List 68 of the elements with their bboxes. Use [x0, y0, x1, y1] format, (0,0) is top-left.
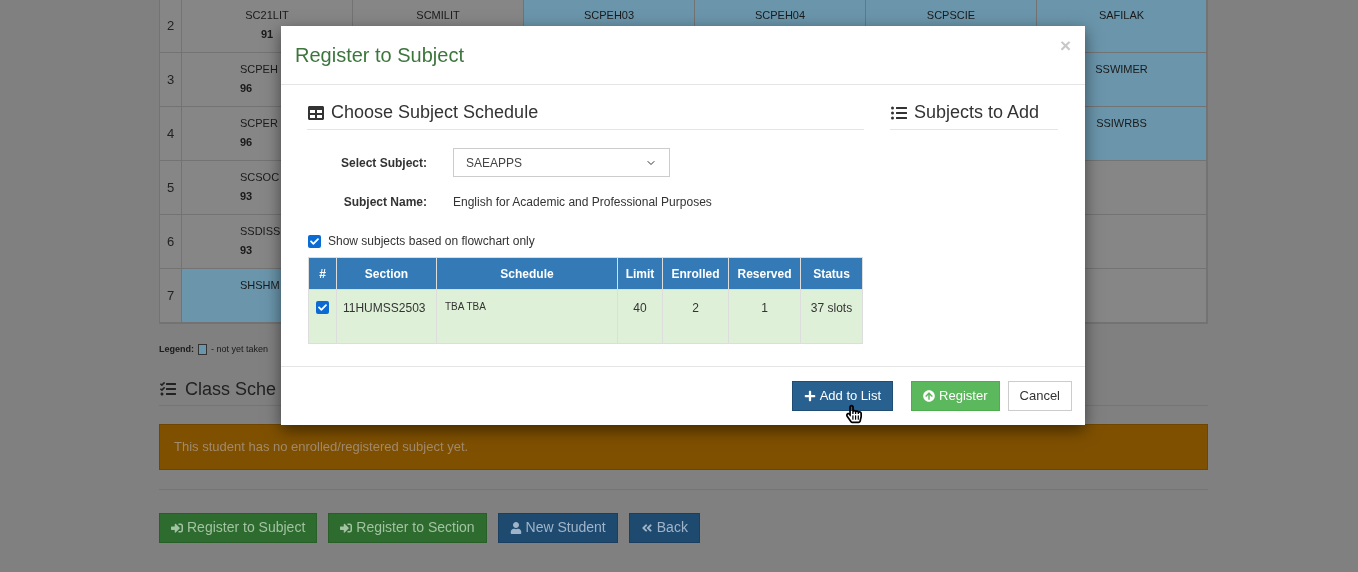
column-header: #	[308, 257, 337, 290]
sign-in-icon	[171, 521, 183, 534]
row-number: 4	[166, 124, 175, 143]
column-header: Limit	[617, 257, 663, 290]
subject-code: SCMILIT	[416, 8, 460, 23]
row-number: 5	[166, 178, 175, 197]
list-icon	[890, 104, 908, 121]
grade: 91	[260, 26, 274, 42]
table-cell: 40	[617, 289, 663, 344]
row-number: 7	[166, 286, 175, 305]
grade: 96	[240, 80, 253, 96]
row-number: 6	[166, 232, 175, 251]
subject-code: SSIWRBS	[1096, 116, 1147, 131]
subject-code: SCPEH04	[754, 8, 806, 23]
legend-swatch	[198, 344, 207, 356]
register-button[interactable]: Register	[911, 381, 1000, 411]
alert-text: This student has no enrolled/registered subject yet.	[174, 437, 469, 456]
column-header: Reserved	[728, 257, 801, 290]
table-icon	[307, 104, 325, 121]
column-header: Section	[336, 257, 437, 290]
subject-name: English for Academic and Professional Purposes	[453, 194, 712, 211]
page-button[interactable]: Register to Section	[328, 512, 487, 543]
field-label: Select Subject:	[339, 154, 427, 172]
user-icon	[509, 521, 522, 534]
subject-code: SSDISS	[240, 224, 281, 239]
table-cell: 1	[728, 289, 801, 344]
subject-code: SCSOC	[240, 170, 280, 185]
page-button[interactable]: Register to Subject	[159, 512, 318, 543]
grade: 93	[240, 188, 253, 204]
checkbox-label: Show subjects based on flowchart only	[328, 233, 535, 250]
column-header: Status	[800, 257, 863, 290]
field-label: Subject Name:	[342, 194, 427, 211]
table-cell: 2	[662, 289, 729, 344]
flowchart-checkbox[interactable]	[308, 234, 321, 248]
mouse-cursor-icon	[846, 403, 862, 425]
subject-code: SCPSCIE	[926, 8, 976, 23]
checklist-icon	[159, 380, 177, 397]
table-cell: 11HUMSS2503	[336, 289, 437, 344]
row-number: 2	[166, 16, 175, 35]
add-to-list-button[interactable]: Add to List	[791, 381, 894, 411]
page-button[interactable]: New Student	[497, 512, 618, 543]
subject-code: SCPER	[240, 116, 278, 131]
double-chevron-left-icon	[640, 521, 653, 534]
sign-in-icon	[340, 521, 353, 534]
subject-code: SCPEH03	[583, 8, 635, 23]
row-number: 3	[166, 70, 175, 89]
subject-code: SCPEH	[240, 62, 278, 77]
table-cell: 37 slots	[800, 289, 863, 344]
section-heading: Class Sche	[185, 377, 277, 401]
legend-text: - not yet taken	[211, 343, 269, 356]
page-button[interactable]: Back	[628, 512, 700, 543]
legend-label: Legend:	[159, 343, 194, 356]
table-cell: TBA TBA	[436, 289, 618, 344]
cancel-button[interactable]: Cancel	[1007, 381, 1072, 411]
subject-code: SC21LIT	[245, 8, 289, 23]
grade: 93	[240, 242, 253, 258]
grade: 96	[240, 134, 253, 150]
section-heading: Choose Subject Schedule	[331, 101, 539, 124]
section-heading: Subjects to Add	[914, 101, 1040, 124]
subject-code: SHSHM	[240, 278, 280, 293]
subject-code: SAFILAK	[1098, 8, 1145, 23]
subject-code: SSWIMER	[1095, 62, 1148, 77]
column-header: Schedule	[436, 257, 618, 290]
row-checkbox[interactable]	[316, 301, 329, 314]
column-header: Enrolled	[662, 257, 729, 290]
plus-icon	[803, 390, 816, 402]
modal-title: Register to Subject	[295, 43, 464, 68]
subject-select[interactable]: SAEAPPS	[453, 148, 670, 177]
